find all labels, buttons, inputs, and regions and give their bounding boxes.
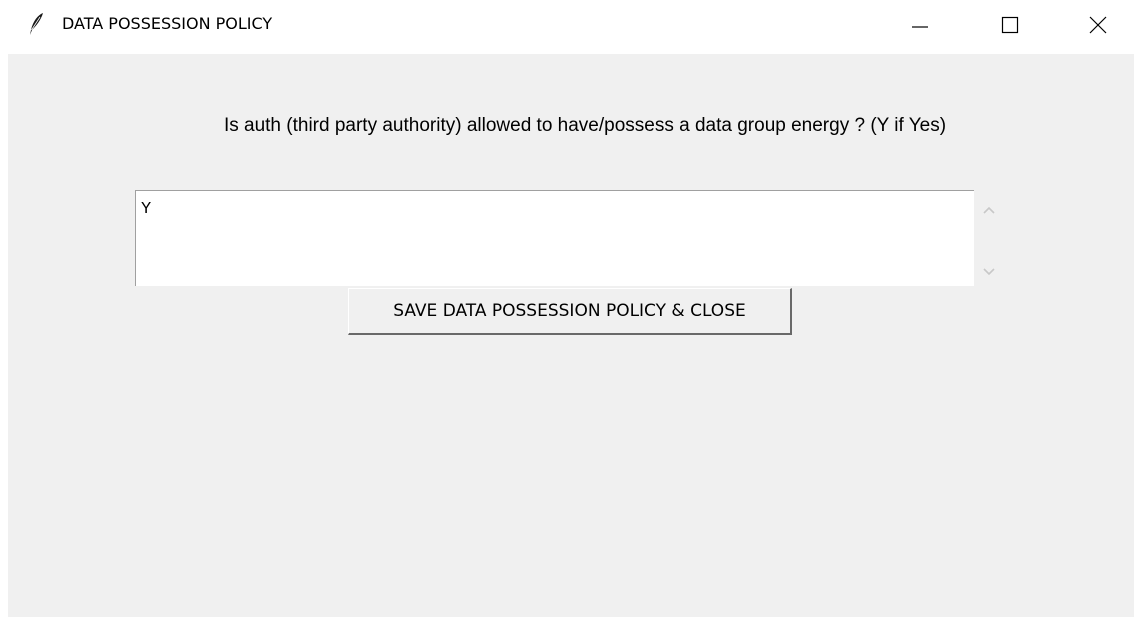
minimize-icon — [910, 15, 930, 35]
title-bar[interactable]: DATA POSSESSION POLICY — [0, 0, 1134, 52]
answer-scrollbar[interactable] — [974, 190, 1004, 286]
close-button[interactable] — [1068, 0, 1128, 50]
window-title: DATA POSSESSION POLICY — [62, 14, 273, 33]
save-and-close-button[interactable]: SAVE DATA POSSESSION POLICY & CLOSE — [348, 288, 792, 335]
answer-text-value: Y — [141, 200, 152, 219]
chevron-up-icon[interactable] — [982, 202, 996, 214]
maximize-button[interactable] — [980, 0, 1040, 50]
close-icon — [1088, 15, 1108, 35]
feather-icon — [28, 12, 46, 36]
dialog-body: Is auth (third party authority) allowed … — [8, 54, 1134, 617]
minimize-button[interactable] — [890, 0, 950, 50]
answer-text-area[interactable]: Y — [135, 190, 974, 286]
app-window: DATA POSSESSION POLICY Is auth (third pa… — [0, 0, 1134, 617]
policy-question-label: Is auth (third party authority) allowed … — [223, 115, 947, 136]
chevron-down-icon[interactable] — [982, 264, 996, 276]
maximize-icon — [1000, 15, 1020, 35]
